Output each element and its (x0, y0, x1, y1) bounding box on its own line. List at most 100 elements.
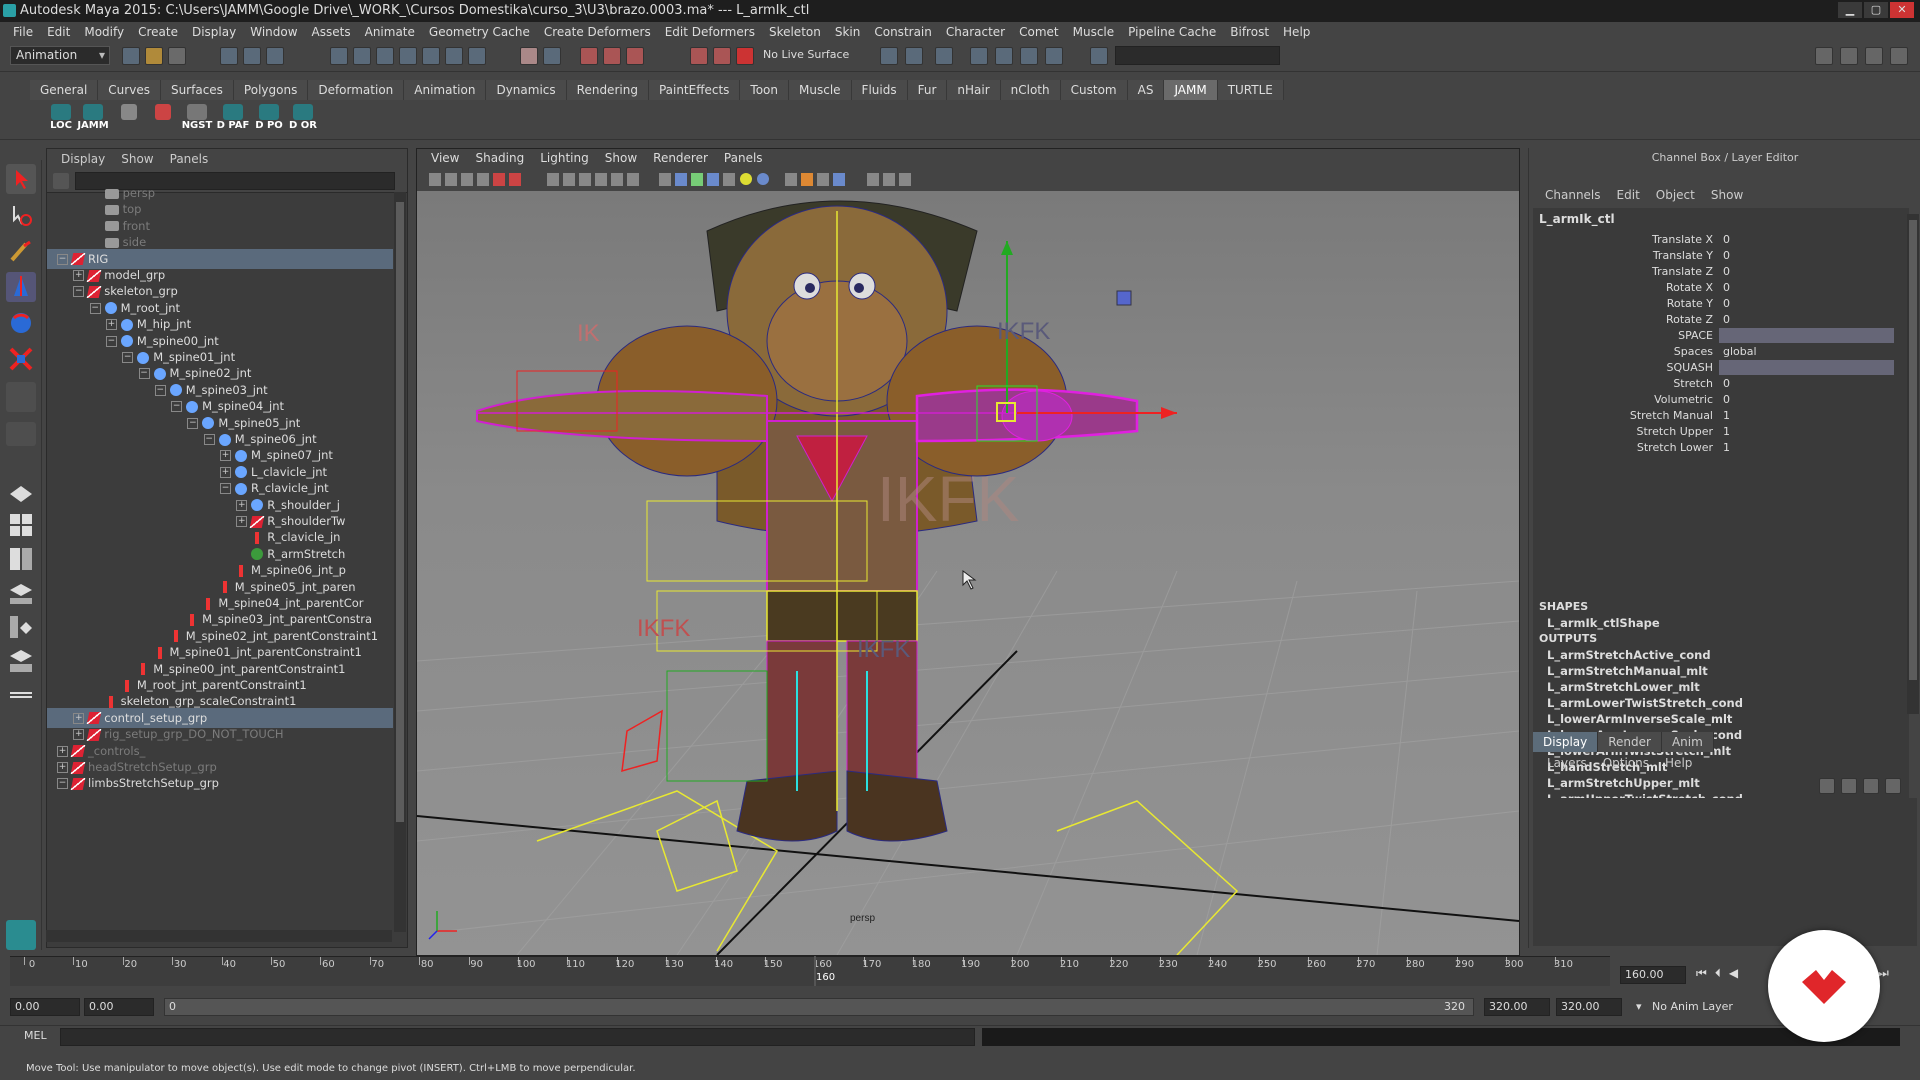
render-region-icon[interactable] (690, 47, 708, 65)
node-editor-icon[interactable] (1020, 47, 1038, 65)
shelf-button-loc[interactable]: LOC (44, 104, 78, 136)
menu-skeleton[interactable]: Skeleton (762, 25, 828, 39)
shelf-tab-nhair[interactable]: nHair (947, 80, 1001, 100)
layer-menu-layers[interactable]: Layers (1539, 756, 1595, 770)
channel-value[interactable]: 1 (1719, 440, 1894, 455)
single-pane-layout-icon[interactable] (6, 422, 36, 446)
menu-help[interactable]: Help (1276, 25, 1317, 39)
channel-row[interactable]: Spaces global (1533, 344, 1903, 360)
four-view-layout-icon[interactable] (6, 510, 36, 540)
channel-row[interactable]: Stretch Upper 1 (1533, 424, 1903, 440)
new-scene-icon[interactable] (122, 47, 140, 65)
menu-modify[interactable]: Modify (77, 25, 131, 39)
channel-row[interactable]: Translate X 0 (1533, 232, 1903, 248)
layer-tab-render[interactable]: Render (1598, 732, 1662, 752)
outliner-menu-panels[interactable]: Panels (162, 152, 217, 166)
shelf-tab-fluids[interactable]: Fluids (851, 80, 908, 100)
shelf-tab-painteffects[interactable]: PaintEffects (648, 80, 741, 100)
help-line-icon[interactable] (468, 47, 486, 65)
shelf-tab-jamm[interactable]: JAMM (1164, 80, 1218, 100)
channel-menu-object[interactable]: Object (1648, 188, 1703, 202)
end-time-field[interactable]: 320.00 (1556, 998, 1622, 1016)
playback-end-field[interactable]: 320.00 (1484, 998, 1550, 1016)
graph-editor-icon[interactable] (1045, 47, 1063, 65)
quick-select-field[interactable] (1115, 46, 1280, 65)
shelf-button-dor[interactable]: D OR (286, 104, 320, 136)
channel-value[interactable]: 0 (1719, 392, 1894, 407)
collapse-icon[interactable]: − (171, 401, 183, 413)
channel-value[interactable]: 0 (1719, 376, 1894, 391)
output-node[interactable]: L_armStretchActive_cond (1547, 648, 1711, 662)
menu-display[interactable]: Display (185, 25, 243, 39)
mel-label[interactable]: MEL (24, 1029, 47, 1042)
channel-menu-channels[interactable]: Channels (1537, 188, 1609, 202)
maximize-button[interactable]: ▢ (1864, 2, 1888, 18)
expand-icon[interactable]: + (220, 466, 231, 478)
channel-value[interactable]: 0 (1719, 264, 1894, 279)
expand-icon[interactable]: + (73, 270, 85, 281)
menu-edit-deformers[interactable]: Edit Deformers (658, 25, 762, 39)
persp-graph-layout-icon[interactable] (6, 578, 36, 608)
snap-live-icon[interactable] (603, 47, 621, 65)
playback-start-field[interactable]: 0.00 (84, 998, 154, 1016)
shelf-tab-muscle[interactable]: Muscle (789, 80, 852, 100)
minimize-button[interactable]: ▁ (1838, 2, 1862, 18)
custom-layout-icon[interactable] (6, 680, 36, 710)
channel-row[interactable]: Rotate Z 0 (1533, 312, 1903, 328)
character-model[interactable] (476, 200, 1139, 842)
shelf-tab-animation[interactable]: Animation (404, 80, 487, 100)
channel-value[interactable]: 1 (1719, 424, 1894, 439)
history-icon[interactable] (445, 47, 463, 65)
outliner-menu-display[interactable]: Display (53, 152, 113, 166)
tool-settings-icon[interactable] (1865, 47, 1883, 65)
go-to-start-icon[interactable]: ⏮ (1696, 966, 1707, 981)
ikfk-label[interactable]: IKFK (997, 318, 1050, 345)
shelf-tab-polygons[interactable]: Polygons (233, 80, 309, 100)
collapse-icon[interactable]: − (187, 417, 199, 429)
ikfk-label[interactable]: IKFK (857, 636, 910, 663)
menu-assets[interactable]: Assets (305, 25, 358, 39)
output-node[interactable]: L_armStretchManual_mlt (1547, 664, 1708, 678)
output-node[interactable]: L_lowerArmInverseScale_mlt (1547, 712, 1732, 726)
channel-row[interactable]: Stretch Lower 1 (1533, 440, 1903, 456)
menu-bifrost[interactable]: Bifrost (1223, 25, 1276, 39)
menu-muscle[interactable]: Muscle (1066, 25, 1122, 39)
skeleton-tool-icon[interactable] (112, 104, 146, 136)
layer-menu-options[interactable]: Options (1595, 756, 1657, 770)
viewport-menu-shading[interactable]: Shading (467, 151, 532, 169)
snap-view-plane-icon[interactable] (399, 47, 417, 65)
ikfk-label[interactable]: IK (577, 320, 600, 347)
shelf-tab-turtle[interactable]: TURTLE (1217, 80, 1284, 100)
menu-comet[interactable]: Comet (1012, 25, 1066, 39)
render-view-icon[interactable] (935, 47, 953, 65)
channel-row[interactable]: Rotate Y 0 (1533, 296, 1903, 312)
chevron-down-icon[interactable]: ▾ (1636, 1000, 1642, 1013)
collapse-icon[interactable]: − (203, 434, 215, 445)
viewport-menu-lighting[interactable]: Lighting (532, 151, 597, 169)
shelf-tab-general[interactable]: General (30, 80, 99, 100)
channel-menu-show[interactable]: Show (1703, 188, 1751, 202)
collapse-icon[interactable]: − (220, 483, 231, 495)
current-time-field[interactable]: 160.00 (1620, 966, 1686, 984)
channel-row[interactable]: Stretch 0 (1533, 376, 1903, 392)
expand-icon[interactable]: + (57, 762, 68, 773)
channel-value[interactable]: 0 (1719, 248, 1894, 263)
modeling-toolkit-icon[interactable] (1815, 47, 1833, 65)
side-by-side-layout-icon[interactable] (6, 544, 36, 574)
snap-curve-icon[interactable] (353, 47, 371, 65)
new-layer-icon[interactable] (1863, 778, 1879, 794)
shelf-button-dpo[interactable]: D PO (252, 104, 286, 136)
make-live-icon[interactable] (422, 47, 440, 65)
output-node[interactable]: L_armStretchLower_mlt (1547, 680, 1700, 694)
outliner-menu-show[interactable]: Show (113, 152, 161, 166)
close-button[interactable]: ✕ (1890, 2, 1914, 18)
channel-value[interactable]: 0 (1719, 312, 1894, 327)
collapse-icon[interactable]: − (138, 368, 150, 380)
move-layer-up-icon[interactable] (1819, 778, 1835, 794)
menu-create[interactable]: Create (131, 25, 185, 39)
channel-value[interactable]: global (1719, 344, 1894, 359)
shelf-tab-surfaces[interactable]: Surfaces (160, 80, 234, 100)
rotate-tool-icon[interactable] (6, 308, 36, 338)
select-highlight-icon[interactable] (543, 47, 561, 65)
paint-select-tool-icon[interactable] (6, 236, 36, 266)
